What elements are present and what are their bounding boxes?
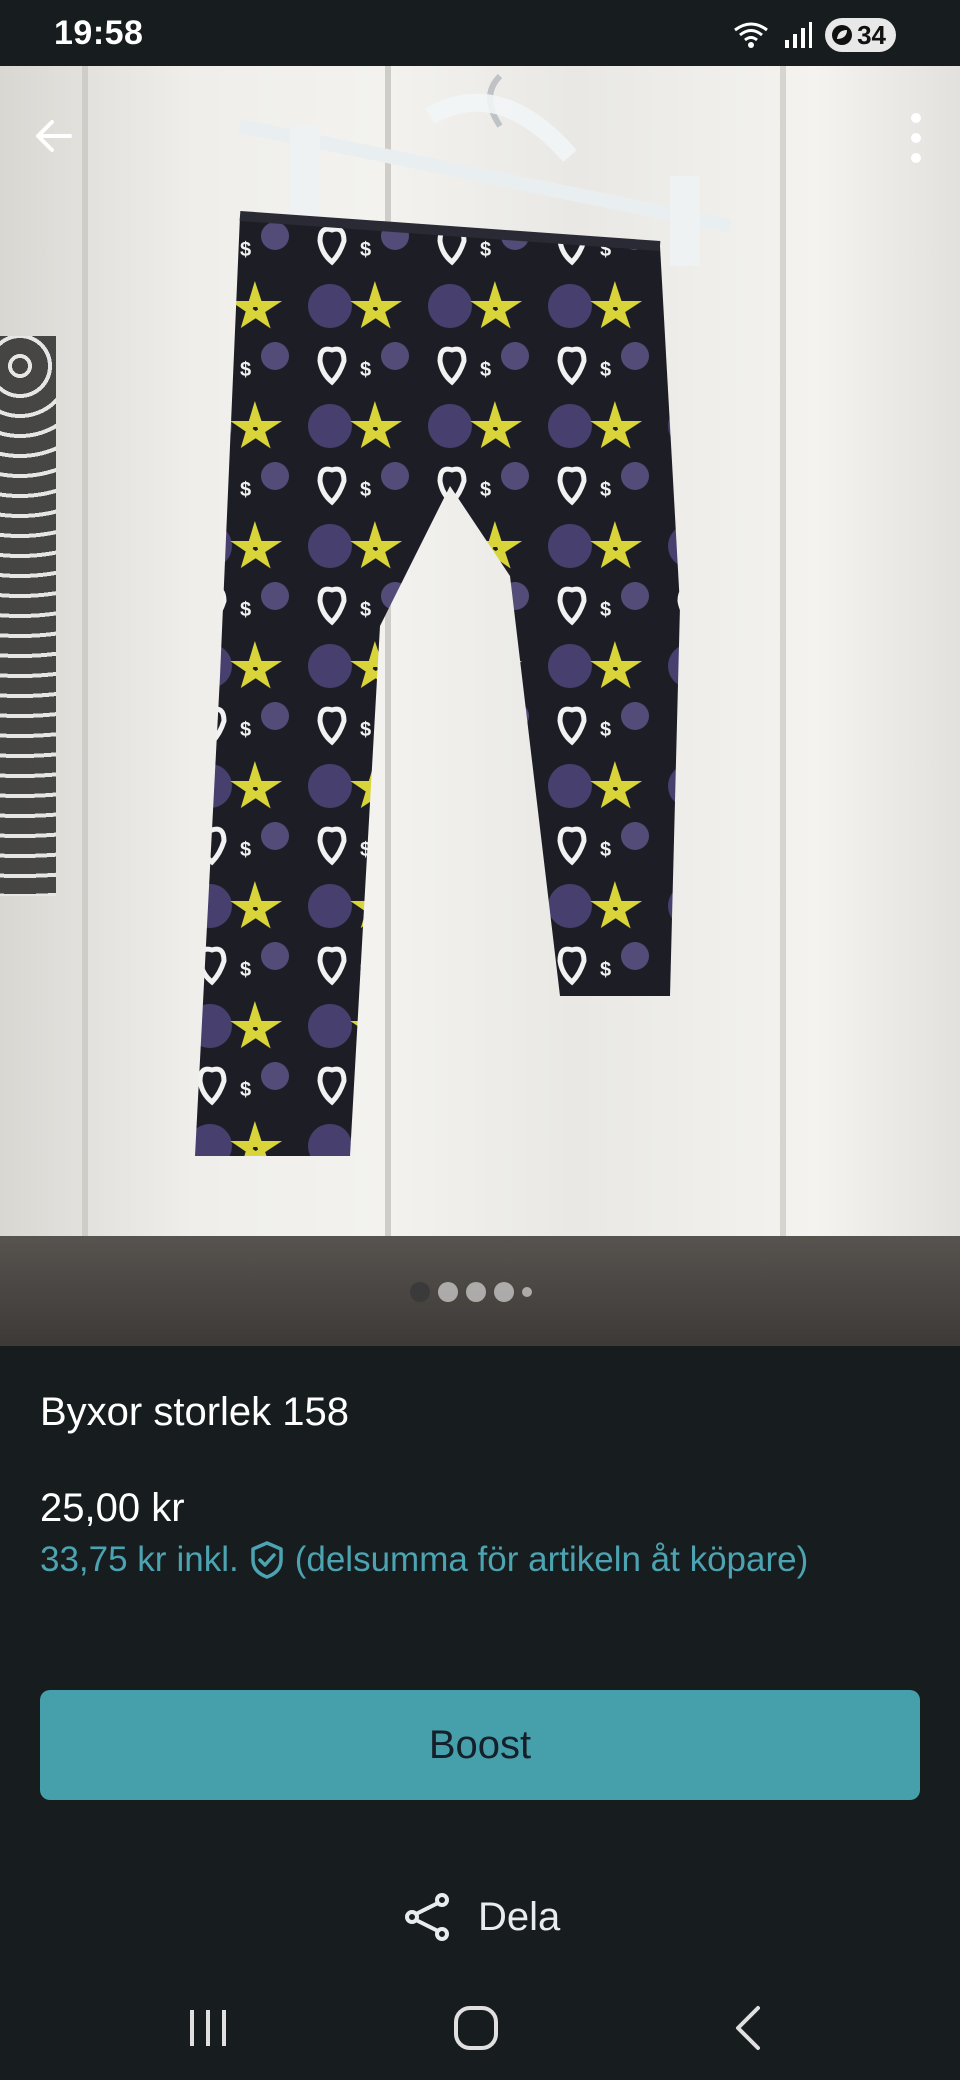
battery-icon: 34: [825, 18, 896, 52]
more-vertical-icon[interactable]: [896, 108, 936, 168]
share-button[interactable]: Dela: [400, 1890, 560, 1944]
door-edge-right: [780, 66, 786, 1256]
boost-button[interactable]: Boost: [40, 1690, 920, 1800]
listing-title: Byxor storlek 158: [40, 1390, 350, 1434]
pager-dot[interactable]: [494, 1282, 514, 1302]
pager-dot[interactable]: [438, 1282, 458, 1302]
door-edge: [82, 66, 88, 1256]
system-nav-bar: [0, 1990, 960, 2080]
image-pager-dots[interactable]: [410, 1282, 532, 1302]
buyer-price-row[interactable]: 33,75 kr inkl. (delsumma för artikeln åt…: [40, 1540, 808, 1580]
background-clothing: [0, 336, 56, 896]
status-icons: 34: [731, 18, 896, 52]
pager-dot-active[interactable]: [410, 1282, 430, 1302]
buyer-price-label: inkl.: [176, 1540, 239, 1579]
product-photo[interactable]: $: [0, 66, 960, 1346]
share-icon: [405, 1893, 449, 1941]
leggings-photo: $: [195, 211, 680, 1156]
listing-price: 25,00 kr: [40, 1486, 185, 1530]
screen: 19:58 34 Byxor storlek 158 25,00 kr 33,7…: [0, 0, 960, 2080]
recent-apps-icon[interactable]: [186, 1998, 230, 2058]
pager-dot[interactable]: [522, 1287, 532, 1297]
signal-icon: [785, 22, 813, 48]
status-bar: 19:58 34: [0, 0, 960, 66]
pager-dot[interactable]: [466, 1282, 486, 1302]
buyer-price-note: (delsumma för artikeln åt köpare): [294, 1540, 809, 1579]
leaf-icon: [832, 25, 853, 45]
home-icon[interactable]: [452, 1998, 500, 2058]
shield-check-icon: [250, 1541, 283, 1579]
back-arrow-icon[interactable]: [30, 110, 82, 162]
buyer-price-amount: 33,75 kr: [40, 1540, 167, 1579]
status-time: 19:58: [54, 13, 144, 52]
system-back-icon[interactable]: [728, 1998, 768, 2058]
battery-level: 34: [857, 19, 886, 50]
wifi-icon: [734, 22, 768, 48]
share-label: Dela: [478, 1894, 561, 1939]
